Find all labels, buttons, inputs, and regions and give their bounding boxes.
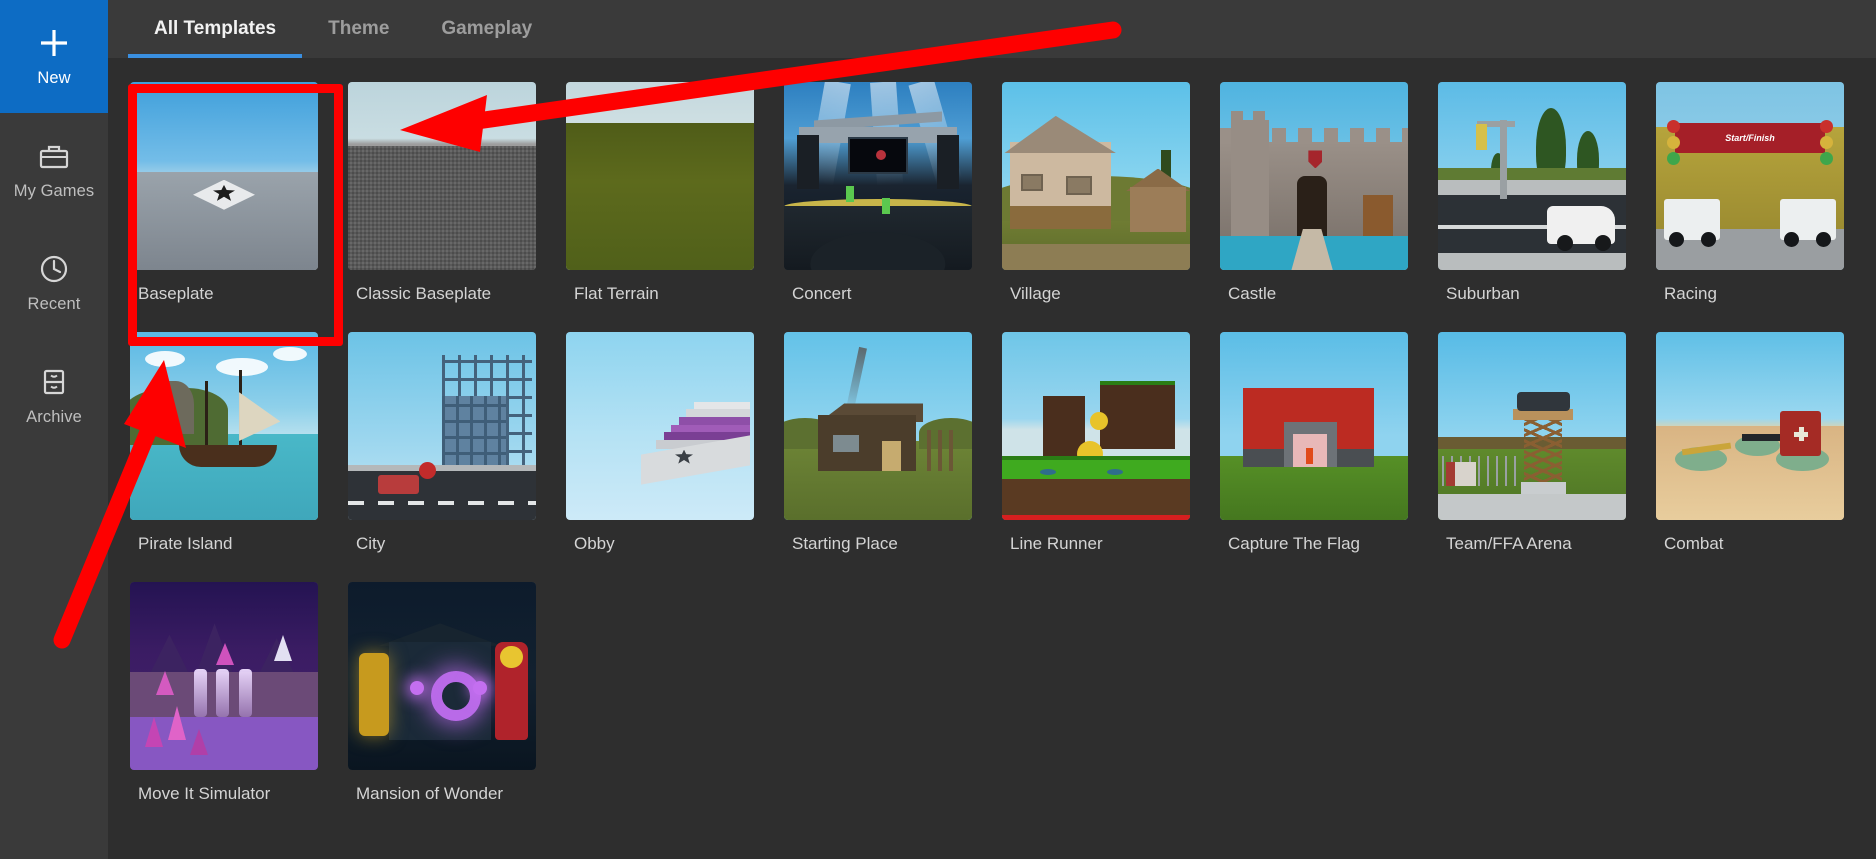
briefcase-icon	[37, 139, 71, 173]
sidebar-item-archive-label: Archive	[26, 407, 82, 426]
template-label-team-ffa-arena: Team/FFA Arena	[1446, 534, 1572, 553]
racing-banner: Start/Finish	[1674, 123, 1826, 154]
tab-gameplay-label: Gameplay	[441, 18, 533, 39]
template-label-capture-the-flag: Capture The Flag	[1228, 534, 1360, 553]
template-thumbnail-city	[348, 332, 536, 520]
template-card-starting-place[interactable]: Starting Place	[784, 332, 1002, 582]
template-card-city[interactable]: City	[348, 332, 566, 582]
sidebar-item-new-label: New	[37, 68, 71, 87]
template-card-combat[interactable]: Combat	[1656, 332, 1874, 582]
clock-icon	[37, 252, 71, 286]
template-thumbnail-racing: Start/Finish	[1656, 82, 1844, 270]
template-label-pirate-island: Pirate Island	[138, 534, 233, 553]
templates-grid: Baseplate Classic Baseplate Flat Terrain	[130, 82, 1876, 832]
template-thumbnail-baseplate	[130, 82, 318, 270]
sidebar: New My Games Recent Archive	[0, 0, 108, 859]
template-label-city: City	[356, 534, 386, 553]
template-label-combat: Combat	[1664, 534, 1724, 553]
template-card-team-ffa-arena[interactable]: Team/FFA Arena	[1438, 332, 1656, 582]
tab-theme-label: Theme	[328, 18, 390, 39]
template-thumbnail-castle	[1220, 82, 1408, 270]
archive-icon	[37, 365, 71, 399]
template-thumbnail-classic-baseplate	[348, 82, 536, 270]
main-panel: All Templates Theme Gameplay Baseplate C…	[108, 0, 1876, 859]
tab-bar: All Templates Theme Gameplay	[108, 0, 1876, 58]
racing-banner-label: Start/Finish	[1725, 133, 1775, 144]
tab-gameplay[interactable]: Gameplay	[415, 0, 558, 58]
tab-theme[interactable]: Theme	[302, 0, 415, 58]
template-thumbnail-obby	[566, 332, 754, 520]
template-card-classic-baseplate[interactable]: Classic Baseplate	[348, 82, 566, 332]
template-label-obby: Obby	[574, 534, 615, 553]
template-card-concert[interactable]: Concert	[784, 82, 1002, 332]
template-label-racing: Racing	[1664, 284, 1717, 303]
sidebar-item-recent[interactable]: Recent	[0, 226, 108, 339]
sidebar-item-recent-label: Recent	[27, 294, 81, 313]
template-label-move-it-simulator: Move It Simulator	[138, 784, 271, 803]
template-label-line-runner: Line Runner	[1010, 534, 1103, 553]
template-card-baseplate[interactable]: Baseplate	[130, 82, 348, 332]
template-card-racing[interactable]: Start/Finish Racing	[1656, 82, 1874, 332]
template-thumbnail-combat	[1656, 332, 1844, 520]
templates-scroll-area[interactable]: Baseplate Classic Baseplate Flat Terrain	[108, 58, 1876, 859]
template-card-line-runner[interactable]: Line Runner	[1002, 332, 1220, 582]
template-label-classic-baseplate: Classic Baseplate	[356, 284, 492, 303]
template-label-baseplate: Baseplate	[138, 284, 214, 303]
template-thumbnail-starting-place	[784, 332, 972, 520]
template-thumbnail-concert	[784, 82, 972, 270]
template-card-mansion-of-wonder[interactable]: Mansion of Wonder	[348, 582, 566, 832]
template-label-flat-terrain: Flat Terrain	[574, 284, 659, 303]
template-card-village[interactable]: Village	[1002, 82, 1220, 332]
template-thumbnail-pirate-island	[130, 332, 318, 520]
template-label-castle: Castle	[1228, 284, 1277, 303]
template-label-starting-place: Starting Place	[792, 534, 898, 553]
template-thumbnail-flat-terrain	[566, 82, 754, 270]
template-thumbnail-mansion-of-wonder	[348, 582, 536, 770]
sidebar-item-new[interactable]: New	[0, 0, 108, 113]
template-card-pirate-island[interactable]: Pirate Island	[130, 332, 348, 582]
template-thumbnail-line-runner	[1002, 332, 1190, 520]
template-thumbnail-capture-the-flag	[1220, 332, 1408, 520]
template-label-concert: Concert	[792, 284, 852, 303]
tab-all-templates[interactable]: All Templates	[128, 0, 303, 58]
template-label-suburban: Suburban	[1446, 284, 1520, 303]
template-thumbnail-suburban	[1438, 82, 1626, 270]
template-card-flat-terrain[interactable]: Flat Terrain	[566, 82, 784, 332]
template-thumbnail-move-it-simulator	[130, 582, 318, 770]
template-thumbnail-village	[1002, 82, 1190, 270]
plus-icon	[37, 26, 71, 60]
template-card-move-it-simulator[interactable]: Move It Simulator	[130, 582, 348, 832]
template-label-village: Village	[1010, 284, 1061, 303]
sidebar-item-my-games-label: My Games	[13, 181, 95, 200]
sidebar-item-archive[interactable]: Archive	[0, 339, 108, 452]
template-picker-window: New My Games Recent Archive All Template…	[0, 0, 1876, 859]
template-card-castle[interactable]: Castle	[1220, 82, 1438, 332]
template-card-capture-the-flag[interactable]: Capture The Flag	[1220, 332, 1438, 582]
tab-all-templates-label: All Templates	[154, 18, 277, 39]
template-thumbnail-team-ffa-arena	[1438, 332, 1626, 520]
template-label-mansion-of-wonder: Mansion of Wonder	[356, 784, 504, 803]
template-card-suburban[interactable]: Suburban	[1438, 82, 1656, 332]
sidebar-item-my-games[interactable]: My Games	[0, 113, 108, 226]
template-card-obby[interactable]: Obby	[566, 332, 784, 582]
